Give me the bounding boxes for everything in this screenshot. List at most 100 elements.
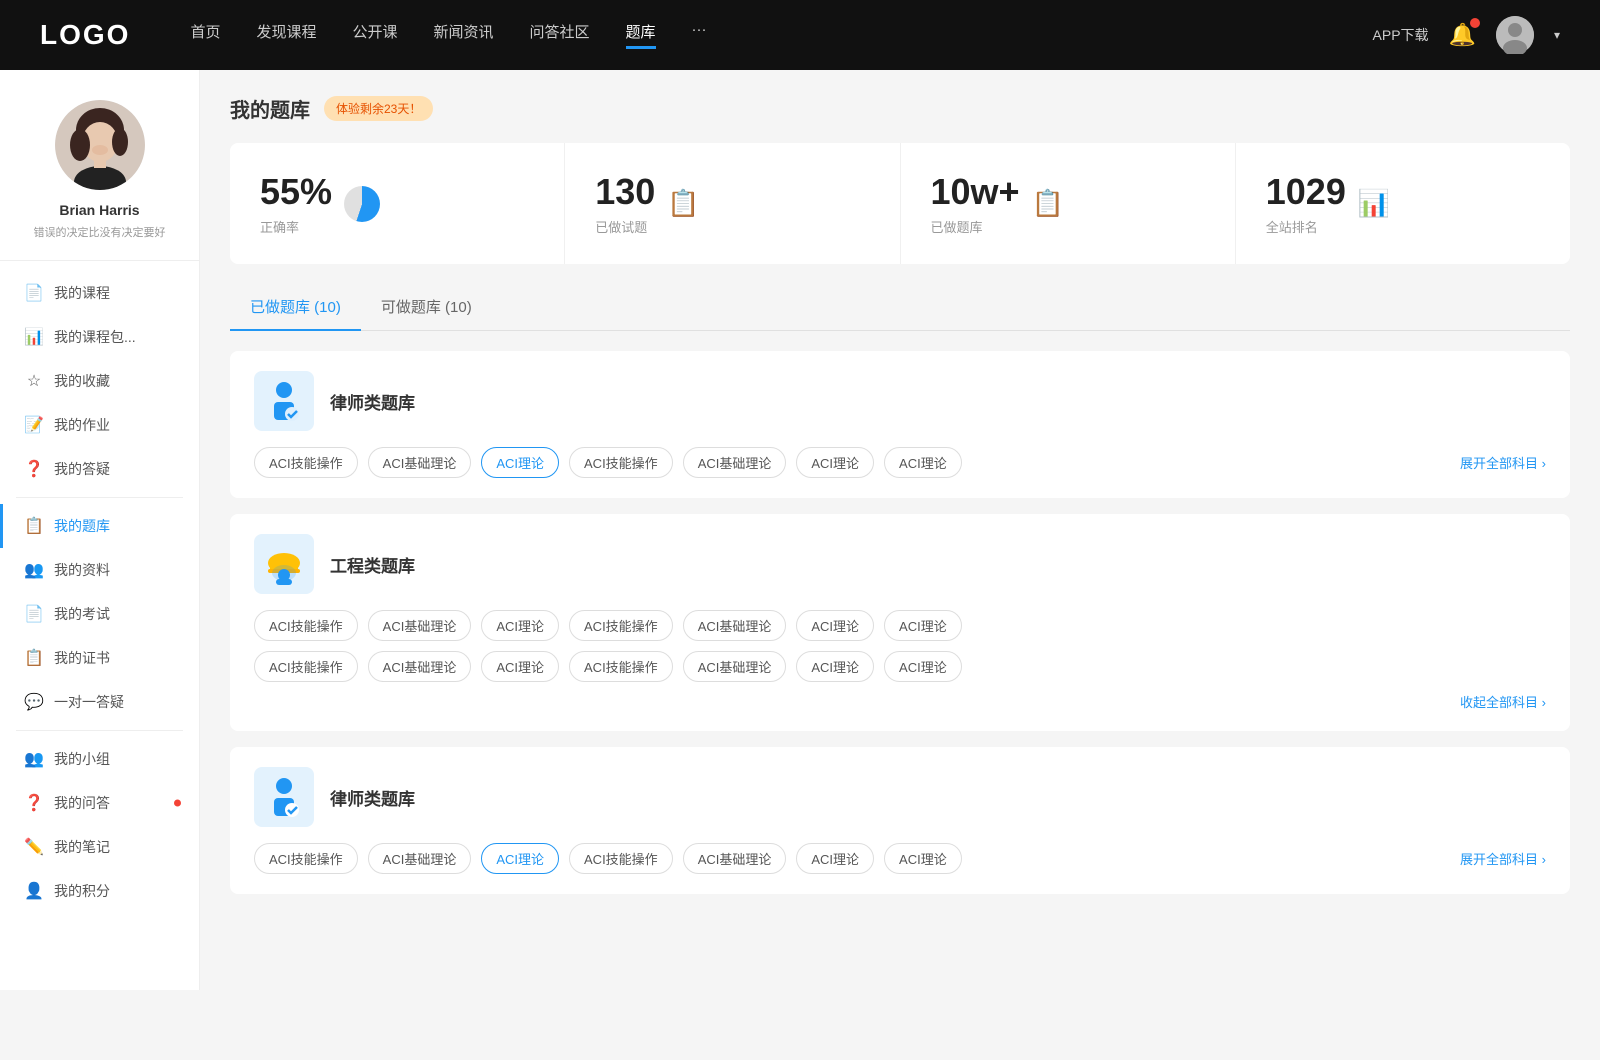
bell-badge: [1470, 18, 1480, 28]
sidebar-item-qbank[interactable]: 📋 我的题库: [0, 504, 199, 548]
page-title: 我的题库: [230, 94, 310, 123]
sidebar-item-course-packages[interactable]: 📊 我的课程包...: [0, 315, 199, 359]
tag-engineer1-r2-4[interactable]: ACI基础理论: [683, 651, 787, 682]
sidebar-item-my-exam[interactable]: 📄 我的考试: [0, 592, 199, 636]
stat-ranking: 1029 全站排名 📊: [1236, 143, 1570, 264]
sidebar-item-my-points[interactable]: 👤 我的积分: [0, 869, 199, 913]
tag-engineer1-r1-1[interactable]: ACI基础理论: [368, 610, 472, 641]
done-questions-icon: 📋: [667, 188, 699, 219]
nav-links: 首页 发现课程 公开课 新闻资讯 问答社区 题库 ···: [190, 21, 1372, 49]
sidebar-item-label: 我的题库: [54, 516, 110, 536]
my-group-icon: 👥: [24, 749, 44, 769]
tag-lawyer2-2[interactable]: ACI理论: [481, 843, 559, 874]
sidebar-item-label: 我的收藏: [54, 371, 110, 391]
sidebar-item-homework[interactable]: 📝 我的作业: [0, 403, 199, 447]
tag-lawyer2-1[interactable]: ACI基础理论: [368, 843, 472, 874]
sidebar-item-my-questions[interactable]: ❓ 我的问答: [0, 781, 199, 825]
tag-lawyer1-4[interactable]: ACI基础理论: [683, 447, 787, 478]
stat-done-questions: 130 已做试题 📋: [565, 143, 900, 264]
stat-ranking-label: 全站排名: [1266, 217, 1346, 236]
sidebar-item-certificate[interactable]: 📋 我的证书: [0, 636, 199, 680]
tag-engineer1-r2-6[interactable]: ACI理论: [884, 651, 962, 682]
nav-link-home[interactable]: 首页: [190, 21, 220, 49]
expand-lawyer1[interactable]: 展开全部科目 ›: [1460, 453, 1546, 472]
my-qa-icon: ❓: [24, 459, 44, 479]
profile-name: Brian Harris: [20, 202, 179, 218]
stat-accuracy-number: 55%: [260, 171, 332, 213]
qbank-title-lawyer1: 律师类题库: [330, 389, 415, 414]
sidebar-item-my-data[interactable]: 👥 我的资料: [0, 548, 199, 592]
tag-lawyer2-6[interactable]: ACI理论: [884, 843, 962, 874]
sidebar-item-label: 我的作业: [54, 415, 110, 435]
sidebar-menu: 📄 我的课程 📊 我的课程包... ☆ 我的收藏 📝 我的作业 ❓ 我的答疑 �: [0, 261, 199, 923]
sidebar-item-my-group[interactable]: 👥 我的小组: [0, 737, 199, 781]
nav-link-opencourse[interactable]: 公开课: [352, 21, 397, 49]
sidebar-item-label: 我的积分: [54, 881, 110, 901]
tab-done[interactable]: 已做题库 (10): [230, 284, 361, 331]
sidebar-item-label: 我的答疑: [54, 459, 110, 479]
tag-lawyer1-5[interactable]: ACI理论: [796, 447, 874, 478]
sidebar-item-1on1-qa[interactable]: 💬 一对一答疑: [0, 680, 199, 724]
qbank-card-lawyer1: 律师类题库 ACI技能操作 ACI基础理论 ACI理论 ACI技能操作 ACI基…: [230, 351, 1570, 498]
stat-done-banks-text: 10w+ 已做题库: [931, 171, 1020, 236]
sidebar-item-label: 我的课程: [54, 283, 110, 303]
sidebar-item-label: 我的小组: [54, 749, 110, 769]
nav-link-qbank[interactable]: 题库: [626, 21, 656, 49]
qbank-tags-engineer1-row2: ACI技能操作 ACI基础理论 ACI理论 ACI技能操作 ACI基础理论 AC…: [254, 651, 1546, 682]
nav-link-courses[interactable]: 发现课程: [256, 21, 316, 49]
favorites-icon: ☆: [24, 371, 44, 391]
tag-engineer1-r1-2[interactable]: ACI理论: [481, 610, 559, 641]
tag-lawyer1-6[interactable]: ACI理论: [884, 447, 962, 478]
qbank-header-lawyer1: 律师类题库: [254, 371, 1546, 431]
sidebar-item-my-courses[interactable]: 📄 我的课程: [0, 271, 199, 315]
stat-accuracy-label: 正确率: [260, 217, 332, 236]
sidebar-divider-2: [16, 730, 183, 731]
nav-link-news[interactable]: 新闻资讯: [434, 21, 494, 49]
tag-engineer1-r1-4[interactable]: ACI基础理论: [683, 610, 787, 641]
tag-engineer1-r1-5[interactable]: ACI理论: [796, 610, 874, 641]
tag-engineer1-r1-3[interactable]: ACI技能操作: [569, 610, 673, 641]
qbank-tags-lawyer1: ACI技能操作 ACI基础理论 ACI理论 ACI技能操作 ACI基础理论 AC…: [254, 447, 1546, 478]
nav-right: APP下载 🔔 ▾: [1373, 16, 1560, 54]
nav-app-download[interactable]: APP下载: [1373, 25, 1429, 45]
profile-avatar: [55, 100, 145, 190]
tag-engineer1-r2-1[interactable]: ACI基础理论: [368, 651, 472, 682]
tag-lawyer2-0[interactable]: ACI技能操作: [254, 843, 358, 874]
tag-engineer1-r2-5[interactable]: ACI理论: [796, 651, 874, 682]
tag-lawyer2-3[interactable]: ACI技能操作: [569, 843, 673, 874]
tag-lawyer2-4[interactable]: ACI基础理论: [683, 843, 787, 874]
stat-accuracy: 55% 正确率: [230, 143, 565, 264]
nav-chevron-icon[interactable]: ▾: [1554, 28, 1560, 42]
qbank-header-engineer1: 工程类题库: [254, 534, 1546, 594]
nav-link-qa[interactable]: 问答社区: [530, 21, 590, 49]
tag-lawyer1-1[interactable]: ACI基础理论: [368, 447, 472, 478]
sidebar-item-my-qa[interactable]: ❓ 我的答疑: [0, 447, 199, 491]
tag-engineer1-r2-2[interactable]: ACI理论: [481, 651, 559, 682]
my-exam-icon: 📄: [24, 604, 44, 624]
tag-lawyer1-2[interactable]: ACI理论: [481, 447, 559, 478]
certificate-icon: 📋: [24, 648, 44, 668]
tag-lawyer1-0[interactable]: ACI技能操作: [254, 447, 358, 478]
tag-engineer1-r1-6[interactable]: ACI理论: [884, 610, 962, 641]
nav-link-more[interactable]: ···: [692, 21, 707, 49]
nav-avatar[interactable]: [1496, 16, 1534, 54]
tabs: 已做题库 (10) 可做题库 (10): [230, 284, 1570, 331]
collapse-engineer1[interactable]: 收起全部科目 ›: [254, 692, 1546, 711]
nav-bell[interactable]: 🔔: [1449, 22, 1476, 48]
tab-available[interactable]: 可做题库 (10): [361, 284, 492, 331]
tag-engineer1-r1-0[interactable]: ACI技能操作: [254, 610, 358, 641]
tag-engineer1-r2-3[interactable]: ACI技能操作: [569, 651, 673, 682]
stat-done-questions-label: 已做试题: [595, 217, 655, 236]
qbank-icon-lawyer2: [254, 767, 314, 827]
sidebar-item-label: 我的考试: [54, 604, 110, 624]
nav-logo: LOGO: [40, 19, 130, 51]
page-body: Brian Harris 错误的决定比没有决定要好 📄 我的课程 📊 我的课程包…: [0, 70, 1600, 990]
page-header: 我的题库 体验剩余23天！: [230, 94, 1570, 123]
tag-lawyer1-3[interactable]: ACI技能操作: [569, 447, 673, 478]
expand-lawyer2[interactable]: 展开全部科目 ›: [1460, 849, 1546, 868]
sidebar-item-my-notes[interactable]: ✏️ 我的笔记: [0, 825, 199, 869]
ranking-icon: 📊: [1358, 188, 1390, 219]
tag-engineer1-r2-0[interactable]: ACI技能操作: [254, 651, 358, 682]
tag-lawyer2-5[interactable]: ACI理论: [796, 843, 874, 874]
sidebar-item-favorites[interactable]: ☆ 我的收藏: [0, 359, 199, 403]
